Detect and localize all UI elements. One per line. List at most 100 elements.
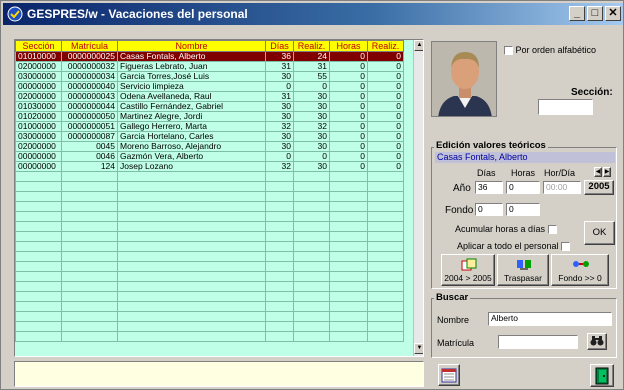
col-horas-header[interactable]: Horas bbox=[329, 40, 368, 52]
table-row-empty[interactable] bbox=[15, 261, 404, 272]
table-row-empty[interactable] bbox=[15, 291, 404, 302]
cell-horas: 0 bbox=[329, 51, 368, 62]
cell-empty bbox=[117, 291, 266, 302]
cell-empty bbox=[329, 181, 368, 192]
table-row-empty[interactable] bbox=[15, 211, 404, 222]
col-matricula-header[interactable]: Matrícula bbox=[61, 40, 118, 52]
cell-realiz2: 0 bbox=[367, 151, 404, 162]
cell-empty bbox=[61, 241, 118, 252]
fondo-horas-field[interactable]: 0 bbox=[506, 203, 540, 216]
cell-nombre: Figueras Lebrato, Juan bbox=[117, 61, 266, 72]
ano-dias-field[interactable]: 36 bbox=[475, 181, 503, 194]
acumular-checkbox[interactable] bbox=[547, 225, 557, 235]
cell-empty bbox=[61, 301, 118, 312]
cell-empty bbox=[329, 221, 368, 232]
ano-horas-field[interactable]: 0 bbox=[506, 181, 540, 194]
employee-grid[interactable]: Sección Matrícula Nombre Días Realiz. Ho… bbox=[14, 39, 424, 357]
table-row[interactable]: 00000000 0000000040 Servicio limpieza 0 0 0 0 bbox=[15, 81, 404, 92]
year-button[interactable]: 2005 bbox=[584, 180, 614, 195]
matricula-search-field[interactable] bbox=[498, 335, 578, 349]
cell-empty bbox=[367, 231, 404, 242]
year-next-arrow-icon[interactable]: ▶ bbox=[603, 167, 611, 177]
cell-empty bbox=[15, 281, 62, 292]
cell-empty bbox=[367, 171, 404, 182]
print-button[interactable] bbox=[438, 364, 460, 386]
por-orden-checkbox[interactable] bbox=[504, 46, 513, 56]
aplicar-row[interactable]: Aplicar a todo el personal bbox=[457, 241, 571, 252]
cell-dias: 30 bbox=[265, 141, 294, 152]
table-row-empty[interactable] bbox=[15, 331, 404, 342]
col-nombre-header[interactable]: Nombre bbox=[117, 40, 266, 52]
cell-realiz: 30 bbox=[293, 111, 330, 122]
fondo-reset-button[interactable]: Fondo >> 0 bbox=[551, 254, 609, 286]
cell-realiz2: 0 bbox=[367, 131, 404, 142]
table-row-empty[interactable] bbox=[15, 221, 404, 232]
cell-empty bbox=[293, 261, 330, 272]
cell-empty bbox=[329, 281, 368, 292]
table-row[interactable]: 02000000 0000000032 Figueras Lebrato, Juan… bbox=[15, 61, 404, 72]
table-row[interactable]: 01010000 0000000025 Casas Fontals, Alberto… bbox=[15, 51, 404, 62]
cell-empty bbox=[117, 171, 266, 182]
year-rollover-button[interactable]: 2004 > 2005 bbox=[441, 254, 495, 286]
table-row-empty[interactable] bbox=[15, 191, 404, 202]
table-row[interactable]: 02000000 0045 Moreno Barroso, Alejandro 30 3… bbox=[15, 141, 404, 152]
col-dias-header[interactable]: Días bbox=[265, 40, 294, 52]
table-row-empty[interactable] bbox=[15, 231, 404, 242]
col-realiz-horas-header[interactable]: Realiz. bbox=[367, 40, 404, 52]
aplicar-checkbox[interactable] bbox=[561, 242, 571, 252]
col-seccion-header[interactable]: Sección bbox=[15, 40, 62, 52]
grid-vertical-scrollbar[interactable]: ▲ ▼ bbox=[413, 40, 423, 356]
table-row[interactable]: 03000000 0000000034 Garcia Torres,José Lui… bbox=[15, 71, 404, 82]
cell-empty bbox=[61, 211, 118, 222]
table-row[interactable]: 01020000 0000000050 Martinez Alegre, Jordi… bbox=[15, 111, 404, 122]
status-bar bbox=[14, 361, 424, 387]
table-row-empty[interactable] bbox=[15, 181, 404, 192]
acumular-row[interactable]: Acumular horas a días bbox=[455, 224, 557, 235]
traspasar-button[interactable]: Traspasar bbox=[497, 254, 549, 286]
cell-empty bbox=[367, 251, 404, 262]
cell-empty bbox=[329, 251, 368, 262]
table-row-empty[interactable] bbox=[15, 201, 404, 212]
table-row-empty[interactable] bbox=[15, 251, 404, 262]
year-prev-arrow-icon[interactable]: ◀ bbox=[594, 167, 602, 177]
scroll-up-arrow-icon[interactable]: ▲ bbox=[414, 40, 423, 51]
cell-matricula: 124 bbox=[61, 161, 118, 172]
table-row-empty[interactable] bbox=[15, 281, 404, 292]
close-button[interactable]: ✕ bbox=[605, 6, 621, 21]
table-row[interactable]: 00000000 0046 Gazmón Vera, Alberto 0 0 0 0 bbox=[15, 151, 404, 162]
table-row-empty[interactable] bbox=[15, 301, 404, 312]
fondo-dias-field[interactable]: 0 bbox=[475, 203, 503, 216]
cell-empty bbox=[293, 321, 330, 332]
table-row-empty[interactable] bbox=[15, 171, 404, 182]
cell-empty bbox=[61, 291, 118, 302]
table-row[interactable]: 01000000 0000000051 Gallego Herrero, Marta… bbox=[15, 121, 404, 132]
table-row[interactable]: 02000000 0000000043 Odena Avellaneda, Raul… bbox=[15, 91, 404, 102]
table-row-empty[interactable] bbox=[15, 241, 404, 252]
minimize-button[interactable]: _ bbox=[569, 6, 585, 21]
col-realiz-header[interactable]: Realiz. bbox=[293, 40, 330, 52]
table-row-empty[interactable] bbox=[15, 311, 404, 322]
exit-button[interactable] bbox=[590, 364, 614, 387]
maximize-button[interactable]: □ bbox=[587, 6, 603, 21]
search-button[interactable] bbox=[587, 333, 607, 350]
cell-empty bbox=[367, 311, 404, 322]
cell-empty bbox=[265, 281, 294, 292]
table-row[interactable]: 01030000 0000000044 Castillo Fernández, Ga… bbox=[15, 101, 404, 112]
table-row-empty[interactable] bbox=[15, 271, 404, 282]
cell-dias: 30 bbox=[265, 101, 294, 112]
por-orden-checkbox-row[interactable]: Por orden alfabético bbox=[504, 45, 596, 56]
title-bar[interactable]: GESPRES/w - Vacaciones del personal _ □ … bbox=[3, 3, 623, 25]
cell-seccion: 00000000 bbox=[15, 151, 62, 162]
nombre-search-field[interactable]: Alberto bbox=[488, 312, 612, 326]
cell-empty bbox=[15, 171, 62, 182]
ok-button[interactable]: OK bbox=[584, 221, 615, 245]
scroll-down-arrow-icon[interactable]: ▼ bbox=[414, 343, 423, 354]
table-row-empty[interactable] bbox=[15, 321, 404, 332]
table-row[interactable]: 00000000 124 Josep Lozano 32 30 0 0 bbox=[15, 161, 404, 172]
cell-seccion: 01020000 bbox=[15, 111, 62, 122]
cell-empty bbox=[329, 271, 368, 282]
seccion-field[interactable] bbox=[538, 99, 593, 115]
ano-label: Año bbox=[453, 183, 471, 194]
cell-realiz: 30 bbox=[293, 141, 330, 152]
table-row[interactable]: 03000000 0000000087 Garcia Hortelano, Carl… bbox=[15, 131, 404, 142]
